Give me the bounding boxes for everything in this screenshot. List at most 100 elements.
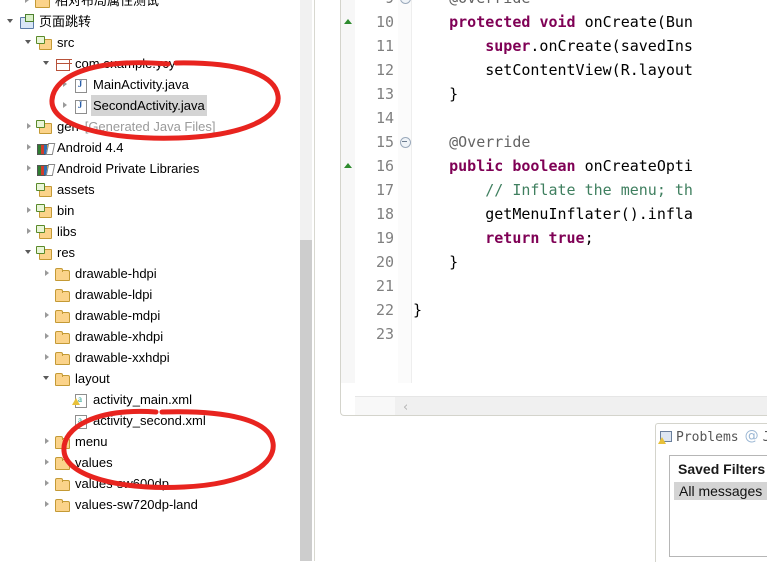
tree-expander-open[interactable] [24, 32, 36, 53]
tree-expander-closed[interactable] [42, 347, 54, 368]
javadoc-icon [745, 428, 760, 445]
tree-expander-closed[interactable] [60, 95, 72, 116]
code-line[interactable]: return true; [413, 226, 593, 250]
tree-row[interactable]: values [0, 452, 300, 473]
folder-icon [54, 266, 71, 282]
tree-row-label: drawable-xhdpi [75, 329, 164, 344]
tree-row-label: 相对布局属性测试 [55, 0, 160, 8]
code-line[interactable]: setContentView(R.layout [413, 58, 693, 82]
code-line[interactable]: } [413, 298, 422, 322]
line-number: 15 [375, 133, 394, 151]
line-number: 16 [375, 157, 394, 175]
tree-expander-closed[interactable] [24, 221, 36, 242]
tree-row-label: activity_main.xml [93, 392, 192, 407]
tree-expander-closed[interactable] [60, 74, 72, 95]
code-line[interactable]: super.onCreate(savedIns [413, 34, 693, 58]
tree-row[interactable]: Android Private Libraries [0, 158, 300, 179]
tree-row-label: activity_second.xml [93, 413, 206, 428]
code-line[interactable]: // Inflate the menu; th [413, 178, 693, 202]
tree-row[interactable]: drawable-hdpi [0, 263, 300, 284]
editor-horizontal-scrollbar[interactable]: ‹ [355, 396, 767, 415]
code-line[interactable]: @Override [413, 0, 530, 10]
bottom-view-tabs[interactable]: ProblemsJavadocDeclarationConsoleLog [656, 424, 767, 450]
package-explorer[interactable]: 相对布局属性测试页面跳转 srccom.example.ycy MainActivi… [0, 0, 315, 561]
tree-row[interactable]: Android 4.4 [0, 137, 300, 158]
tree-expander-closed[interactable] [42, 494, 54, 515]
tree-expander-closed[interactable] [42, 473, 54, 494]
explorer-vertical-scrollbar[interactable] [300, 0, 312, 561]
code-line[interactable]: } [413, 82, 458, 106]
tree-row[interactable]: com.example.ycy [0, 53, 300, 74]
folder-icon [54, 497, 71, 513]
tree-row[interactable]: activity_main.xml [0, 389, 300, 410]
code-line[interactable]: @Override [413, 130, 530, 154]
code-line[interactable]: } [413, 250, 458, 274]
tree-row-label: values [75, 455, 113, 470]
tree-expander-closed[interactable] [24, 116, 36, 137]
tree-row[interactable]: values-sw720dp-land [0, 494, 300, 515]
tree-row[interactable]: assets [0, 179, 300, 200]
tree-expander-open[interactable] [42, 53, 54, 74]
tree-expander-closed[interactable] [42, 452, 54, 473]
tab-problems[interactable]: Problems [656, 424, 743, 450]
tree-expander-open[interactable] [24, 242, 36, 263]
tree-expander-closed[interactable] [42, 263, 54, 284]
tree-row[interactable]: bin [0, 200, 300, 221]
code-line[interactable]: public boolean onCreateOpti [413, 154, 693, 178]
folder-icon [54, 476, 71, 492]
tree-expander[interactable] [22, 0, 34, 11]
tree-row[interactable]: 页面跳转 [0, 11, 300, 32]
code-line[interactable]: getMenuInflater().infla [413, 202, 693, 226]
tree-row[interactable]: menu [0, 431, 300, 452]
tree-row[interactable]: drawable-xxhdpi [0, 347, 300, 368]
problems-icon [658, 430, 673, 445]
code-line[interactable]: protected void onCreate(Bun [413, 10, 693, 34]
overridden-method-marker-icon [344, 19, 352, 24]
tree-row-label: libs [57, 224, 77, 239]
java-file-icon [72, 77, 89, 93]
tree-row[interactable]: libs [0, 221, 300, 242]
tab-label: Problems [676, 429, 739, 445]
source-folder-icon [36, 203, 53, 219]
tree-expander-placeholder [60, 410, 72, 431]
saved-filters-panel[interactable]: Saved Filters All messages (no filters) [669, 455, 767, 557]
saved-filters-title: Saved Filters [678, 461, 766, 477]
tree-row[interactable]: res [0, 242, 300, 263]
saved-filter-item[interactable]: All messages (no filters) [674, 482, 767, 500]
tree-row[interactable]: drawable-mdpi [0, 305, 300, 326]
tree-row[interactable]: drawable-xhdpi [0, 326, 300, 347]
tree-row[interactable]: SecondActivity.java [0, 95, 300, 116]
fold-collapse-icon[interactable] [400, 0, 411, 4]
tree-expander-closed[interactable] [24, 137, 36, 158]
tree-expander-open[interactable] [42, 368, 54, 389]
tree-row[interactable]: activity_second.xml [0, 410, 300, 431]
tab-javadoc[interactable]: Javadoc [743, 424, 767, 450]
tree-row[interactable]: values-sw600dp [0, 473, 300, 494]
tree-row-label: assets [57, 182, 95, 197]
line-number: 9 [354, 0, 394, 10]
source-folder-icon [36, 119, 53, 135]
tree-expander-closed[interactable] [42, 326, 54, 347]
line-number: 19 [375, 229, 394, 247]
tree-expander-closed[interactable] [42, 431, 54, 452]
project-icon [18, 13, 35, 30]
tree-row[interactable]: src [0, 32, 300, 53]
tree-expander-closed[interactable] [24, 158, 36, 179]
explorer-scrollbar-thumb[interactable] [300, 240, 312, 561]
tree-row-partial[interactable]: 相对布局属性测试 [0, 0, 300, 11]
line-number: 18 [375, 205, 394, 223]
chevron-left-icon[interactable]: ‹ [403, 400, 408, 415]
java-file-icon [72, 98, 89, 114]
tree-row[interactable]: gen [Generated Java Files] [0, 116, 300, 137]
editor-code-area[interactable]: @Override protected void onCreate(Bun su… [413, 0, 767, 383]
tree-row[interactable]: drawable-ldpi [0, 284, 300, 305]
tree-row[interactable]: MainActivity.java [0, 74, 300, 95]
editor-folding-ruler[interactable] [398, 0, 412, 383]
fold-collapse-icon[interactable] [400, 137, 411, 148]
tree-expander-open[interactable] [6, 11, 18, 32]
code-editor[interactable]: 9 10 11 12 13 14 15 16 17 18 19 20 21 22 23 @Override … [340, 0, 767, 416]
tree-expander-closed[interactable] [24, 200, 36, 221]
project-tree[interactable]: 相对布局属性测试页面跳转 srccom.example.ycy MainActivi… [0, 0, 300, 561]
tree-expander-closed[interactable] [42, 305, 54, 326]
tree-row[interactable]: layout [0, 368, 300, 389]
